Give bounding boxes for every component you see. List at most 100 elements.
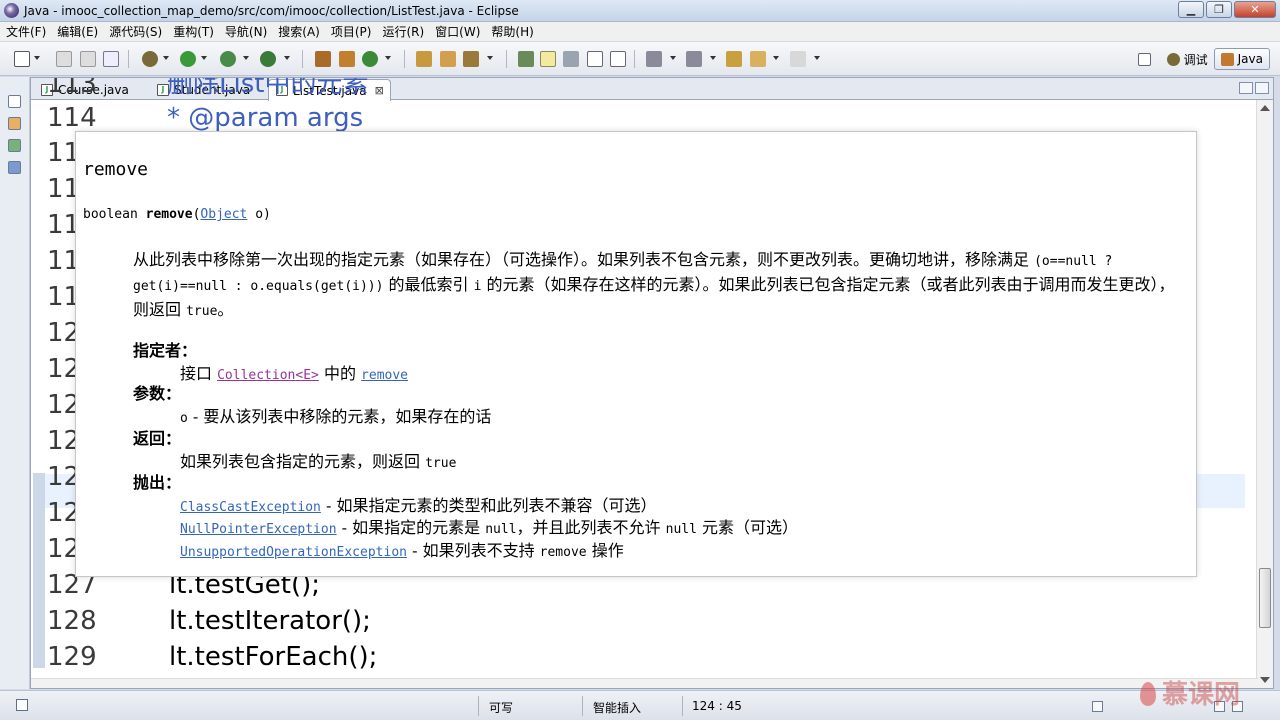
- menu-source[interactable]: 源代码(S): [109, 23, 162, 40]
- menu-window[interactable]: 窗口(W): [435, 23, 480, 40]
- fast-view-icon[interactable]: [16, 699, 28, 711]
- close-tab-icon[interactable]: ⊠: [375, 84, 384, 97]
- generic-e-link[interactable]: <E>: [295, 368, 318, 383]
- throws-unsupported: UnsupportedOperationException - 如果列表不支持 …: [180, 537, 624, 561]
- forward-icon[interactable]: [790, 51, 806, 67]
- coverage-dropdown-icon[interactable]: [243, 56, 249, 60]
- menu-file[interactable]: 文件(F): [6, 23, 46, 40]
- perspective-debug-label: 调试: [1183, 52, 1208, 67]
- scroll-up-icon[interactable]: [1260, 105, 1270, 111]
- classcastexception-link[interactable]: ClassCastException: [180, 500, 321, 515]
- vertical-scrollbar[interactable]: [1256, 100, 1273, 688]
- throws-desc: ，并且此列表不允许: [516, 518, 666, 537]
- java-perspective-icon: [1220, 52, 1234, 66]
- open-perspective-button[interactable]: [1132, 48, 1161, 70]
- status-tray-icon[interactable]: [1092, 701, 1103, 712]
- external-tools-dropdown-icon[interactable]: [284, 56, 290, 60]
- forward-dropdown-icon[interactable]: [814, 56, 820, 60]
- search-icon[interactable]: [463, 51, 479, 67]
- menu-refactor[interactable]: 重构(T): [173, 23, 214, 40]
- print-icon[interactable]: [103, 51, 119, 67]
- collection-link[interactable]: Collection: [217, 368, 295, 383]
- next-annotation-icon[interactable]: [646, 51, 662, 67]
- show-whitespace-icon[interactable]: [587, 51, 603, 67]
- returns-heading: 返回：: [133, 429, 182, 448]
- external-tools-icon[interactable]: [260, 51, 276, 67]
- hierarchy-icon[interactable]: [8, 139, 21, 152]
- back-icon[interactable]: [750, 51, 766, 67]
- menu-search[interactable]: 搜索(A): [278, 23, 320, 40]
- main-toolbar: 调试 Java: [0, 42, 1280, 76]
- new-file-icon[interactable]: [14, 51, 30, 67]
- back-dropdown-icon[interactable]: [773, 56, 779, 60]
- minimize-button[interactable]: ▁: [1178, 1, 1204, 18]
- new-java-project-icon[interactable]: [315, 51, 331, 67]
- maximize-button[interactable]: ❐: [1206, 1, 1232, 18]
- new-class-icon[interactable]: [362, 51, 378, 67]
- open-task-icon[interactable]: [440, 51, 456, 67]
- change-ruler: [33, 473, 45, 668]
- save-icon[interactable]: [56, 51, 72, 67]
- throws-code: null: [665, 522, 697, 537]
- package-explorer-icon[interactable]: [8, 117, 21, 130]
- block-selection-icon[interactable]: [563, 51, 579, 67]
- method-signature: boolean remove(Object o): [83, 207, 271, 222]
- coverage-icon[interactable]: [220, 51, 236, 67]
- search-dropdown-icon[interactable]: [487, 56, 493, 60]
- debug-dropdown-icon[interactable]: [163, 56, 169, 60]
- code-line[interactable]: 113 删除List中的元素: [47, 78, 368, 102]
- menu-help[interactable]: 帮助(H): [491, 23, 533, 40]
- code-line[interactable]: 129 lt.testForEach();: [47, 639, 377, 675]
- debug-icon[interactable]: [142, 51, 158, 67]
- desc-text: 从此列表中移除第一次出现的指定元素（如果存在）（可选操作）。如果列表不包含元素，…: [133, 250, 1035, 269]
- new-package-icon[interactable]: [339, 51, 355, 67]
- horizontal-scrollbar[interactable]: [31, 678, 1258, 688]
- object-type-link[interactable]: Object: [200, 207, 247, 222]
- menu-edit[interactable]: 编辑(E): [57, 23, 98, 40]
- close-window-button[interactable]: ✕: [1234, 1, 1276, 18]
- code-text: lt.testIterator();: [169, 606, 371, 636]
- status-bar: 可写 智能插入 124 : 45: [0, 690, 1280, 720]
- menu-project[interactable]: 项目(P): [331, 23, 372, 40]
- perspective-java[interactable]: Java: [1213, 48, 1270, 70]
- specified-by-heading: 指定者：: [133, 341, 198, 360]
- title-bar: Java - imooc_collection_map_demo/src/com…: [0, 0, 1280, 22]
- minimize-editor-icon[interactable]: [1239, 82, 1253, 94]
- throws-classcast: ClassCastException - 如果指定元素的类型和此列表不兼容（可选…: [180, 492, 656, 516]
- menu-navigate[interactable]: 导航(N): [225, 23, 267, 40]
- save-all-icon[interactable]: [80, 51, 96, 67]
- previous-annotation-icon[interactable]: [686, 51, 702, 67]
- javadoc-method-name: remove: [83, 159, 149, 180]
- desc-code: true: [186, 304, 218, 319]
- menu-bar: 文件(F) 编辑(E) 源代码(S) 重构(T) 导航(N) 搜索(A) 项目(…: [0, 22, 1280, 42]
- menu-run[interactable]: 运行(R): [382, 23, 424, 40]
- status-separator: [582, 696, 583, 716]
- next-annotation-dropdown-icon[interactable]: [670, 56, 676, 60]
- parameters-heading: 参数：: [133, 384, 182, 403]
- method-description: 从此列表中移除第一次出现的指定元素（如果存在）（可选操作）。如果列表不包含元素，…: [133, 248, 1189, 323]
- restore-view-icon[interactable]: [8, 95, 21, 108]
- code-line[interactable]: 128 lt.testIterator();: [47, 603, 371, 639]
- nullpointerexception-link[interactable]: NullPointerException: [180, 522, 337, 537]
- run-icon[interactable]: [180, 51, 196, 67]
- unsupportedoperationexception-link[interactable]: UnsupportedOperationException: [180, 545, 407, 560]
- maximize-editor-icon[interactable]: [1255, 82, 1269, 94]
- scroll-thumb[interactable]: [1259, 568, 1271, 628]
- specified-by-value: 接口 Collection<E> 中的 remove: [180, 360, 408, 384]
- outline-icon[interactable]: [8, 161, 21, 174]
- run-dropdown-icon[interactable]: [201, 56, 207, 60]
- new-class-dropdown-icon[interactable]: [385, 56, 391, 60]
- scroll-down-icon[interactable]: [1260, 677, 1270, 683]
- show-paragraph-icon[interactable]: [610, 51, 626, 67]
- previous-annotation-dropdown-icon[interactable]: [710, 56, 716, 60]
- open-type-icon[interactable]: [416, 51, 432, 67]
- throws-desc: 操作: [586, 541, 624, 560]
- param-name: o: [180, 411, 188, 426]
- mark-occurrences-icon[interactable]: [540, 51, 556, 67]
- collection-remove-link[interactable]: remove: [361, 368, 408, 383]
- new-dropdown-icon[interactable]: [34, 56, 40, 60]
- toggle-breadcrumb-icon[interactable]: [518, 51, 534, 67]
- last-edit-location-icon[interactable]: [726, 51, 742, 67]
- eclipse-logo-icon: [4, 3, 19, 18]
- perspective-debug[interactable]: 调试: [1161, 48, 1214, 70]
